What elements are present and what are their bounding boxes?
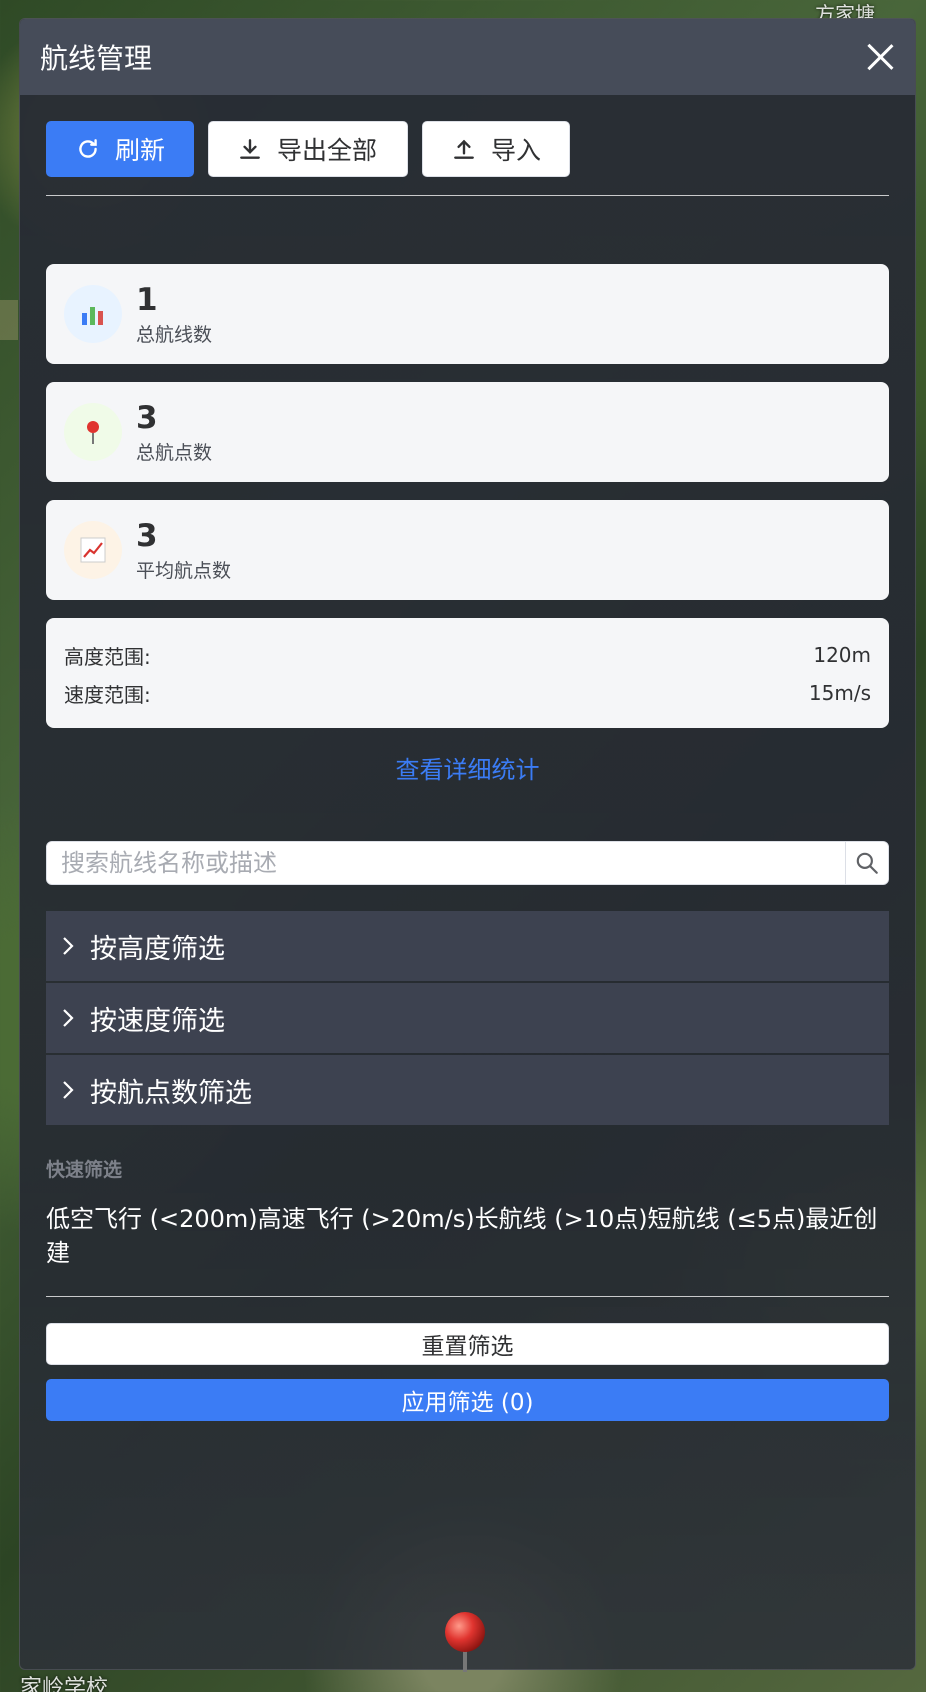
stat-text: 3 平均航点数 xyxy=(136,518,231,583)
view-detail-stats-link[interactable]: 查看详细统计 xyxy=(46,750,889,785)
map-label-bottom: 家岭学校 xyxy=(20,1676,109,1692)
panel-title: 航线管理 xyxy=(40,42,153,75)
toolbar: 刷新 导出全部 导入 xyxy=(46,121,889,196)
speed-range-value: 15m/s xyxy=(808,681,871,705)
quick-filter-low-altitude[interactable]: 低空飞行 (<200m) xyxy=(46,1205,258,1233)
panel-body: 刷新 导出全部 导入 1 总航线数 3 总航点数 3 平均航点数 高度范围: 1… xyxy=(20,121,915,1421)
search-input[interactable] xyxy=(47,842,845,884)
reset-filter-button[interactable]: 重置筛选 xyxy=(46,1323,889,1365)
filter-by-speed[interactable]: 按速度筛选 xyxy=(46,983,889,1053)
apply-filter-button[interactable]: 应用筛选 (0) xyxy=(46,1379,889,1421)
height-range-value: 120m xyxy=(813,643,871,667)
refresh-icon xyxy=(79,139,97,158)
filter-label: 按速度筛选 xyxy=(90,1005,225,1037)
search-icon xyxy=(856,852,878,874)
range-card: 高度范围: 120m 速度范围: 15m/s xyxy=(46,618,889,728)
search-bar xyxy=(46,841,889,885)
import-label: 导入 xyxy=(491,136,542,165)
search-button[interactable] xyxy=(845,842,888,884)
stat-label: 平均航点数 xyxy=(136,559,232,582)
bar-chart-icon xyxy=(64,285,122,343)
map-pin-icon[interactable] xyxy=(443,1612,487,1672)
speed-range-row: 速度范围: 15m/s xyxy=(64,674,871,712)
speed-range-label: 速度范围: xyxy=(64,682,151,707)
chevron-right-icon xyxy=(46,934,90,958)
stat-value: 3 xyxy=(136,517,158,554)
quick-filter-title: 快速筛选 xyxy=(46,1159,123,1181)
filter-label: 按高度筛选 xyxy=(90,933,225,965)
stat-text: 1 总航线数 xyxy=(136,282,212,347)
quick-filter-high-speed[interactable]: 高速飞行 (>20m/s) xyxy=(258,1205,475,1233)
height-range-label: 高度范围: xyxy=(64,644,151,669)
quick-filter-short-route[interactable]: 短航线 (≤5点) xyxy=(648,1205,806,1233)
upload-icon xyxy=(454,139,474,159)
pushpin-icon xyxy=(64,403,122,461)
stat-card-total-routes: 1 总航线数 xyxy=(46,264,889,364)
filter-collapse: 按高度筛选 按速度筛选 按航点数筛选 xyxy=(46,911,889,1125)
close-icon[interactable] xyxy=(863,40,897,74)
chevron-right-icon xyxy=(46,1078,90,1102)
stats-section-title xyxy=(46,226,889,246)
route-management-panel: 航线管理 刷新 导出全部 导入 1 总航线数 3 总航点数 3 平均航点数 高度… xyxy=(19,18,916,1670)
filter-by-height[interactable]: 按高度筛选 xyxy=(46,911,889,981)
stat-card-average-waypoints: 3 平均航点数 xyxy=(46,500,889,600)
chevron-right-icon xyxy=(46,1006,90,1030)
panel-header: 航线管理 xyxy=(20,19,915,95)
quick-filter-long-route[interactable]: 长航线 (>10点) xyxy=(475,1205,648,1233)
height-range-row: 高度范围: 120m xyxy=(64,636,871,674)
refresh-button[interactable]: 刷新 xyxy=(46,121,194,177)
filter-by-waypoints[interactable]: 按航点数筛选 xyxy=(46,1055,889,1125)
export-all-label: 导出全部 xyxy=(277,136,378,165)
map-terrain xyxy=(0,300,18,340)
stat-value: 3 xyxy=(136,399,158,436)
trend-chart-icon xyxy=(64,521,122,579)
import-button[interactable]: 导入 xyxy=(422,121,570,177)
stat-label: 总航点数 xyxy=(136,441,213,464)
export-all-button[interactable]: 导出全部 xyxy=(208,121,408,177)
refresh-label: 刷新 xyxy=(115,136,166,165)
stat-card-total-waypoints: 3 总航点数 xyxy=(46,382,889,482)
download-icon xyxy=(240,139,260,159)
stat-text: 3 总航点数 xyxy=(136,400,212,465)
filter-label: 按航点数筛选 xyxy=(90,1077,252,1109)
stat-value: 1 xyxy=(136,281,158,318)
quick-filter-tags: 低空飞行 (<200m)高速飞行 (>20m/s)长航线 (>10点)短航线 (… xyxy=(46,1202,889,1297)
stat-label: 总航线数 xyxy=(136,323,213,346)
